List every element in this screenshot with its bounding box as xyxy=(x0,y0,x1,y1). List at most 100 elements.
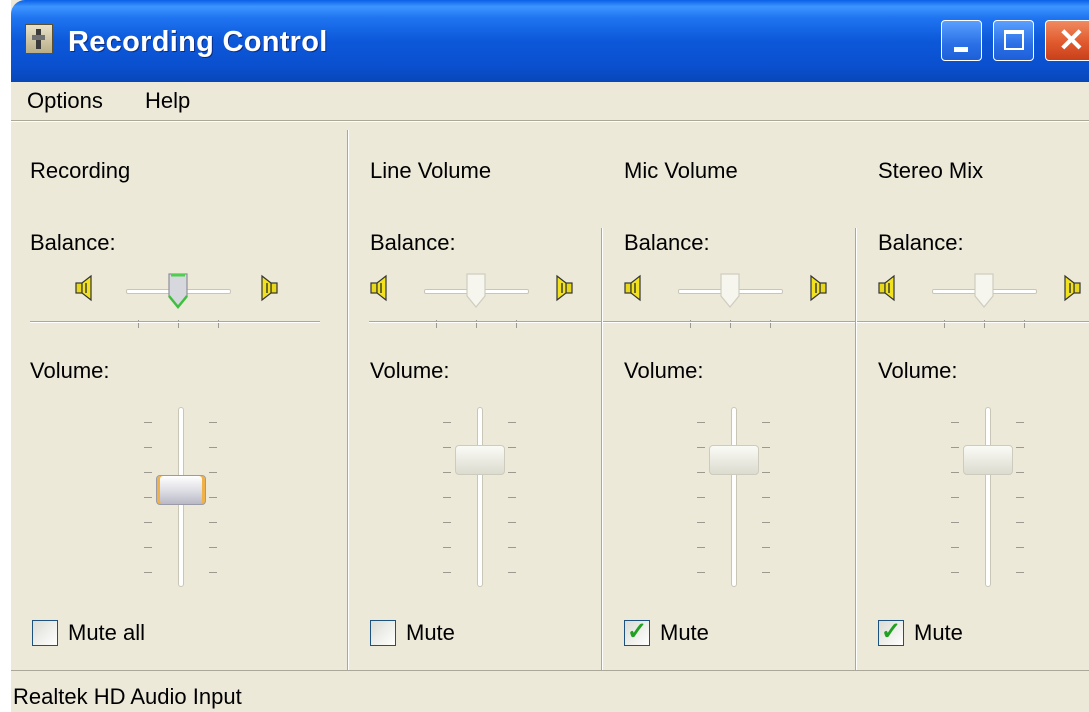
status-separator xyxy=(11,670,1089,671)
volume-tick xyxy=(951,447,959,448)
volume-tick xyxy=(951,472,959,473)
close-button[interactable]: ✕ xyxy=(1045,20,1089,61)
volume-tick xyxy=(508,472,516,473)
volume-tick xyxy=(443,447,451,448)
volume-tick xyxy=(697,447,705,448)
channel-title: Recording xyxy=(30,158,131,183)
channel-title: Stereo Mix xyxy=(878,158,984,183)
volume-track[interactable] xyxy=(985,407,991,587)
checkmark-icon: ✓ xyxy=(881,618,902,645)
speaker-left-icon xyxy=(878,274,898,302)
volume-tick xyxy=(508,547,516,548)
volume-tick xyxy=(508,522,516,523)
volume-tick xyxy=(209,447,217,448)
volume-tick xyxy=(697,472,705,473)
balance-label: Balance: xyxy=(370,230,456,255)
minimize-button[interactable] xyxy=(941,20,982,61)
balance-label: Balance: xyxy=(878,230,964,255)
menu-options[interactable]: Options xyxy=(27,88,103,114)
device-name: Realtek HD Audio Input xyxy=(13,684,242,709)
mute-checkbox[interactable]: ✓ xyxy=(624,618,650,646)
mute-label[interactable]: Mute xyxy=(914,620,963,646)
title-bar[interactable]: Recording Control ✕ xyxy=(11,0,1089,82)
volume-tick xyxy=(697,547,705,548)
volume-tick xyxy=(443,472,451,473)
volume-tick xyxy=(144,497,152,498)
window-title: Recording Control xyxy=(68,26,328,58)
volume-tick xyxy=(508,572,516,573)
volume-tick xyxy=(1016,472,1024,473)
balance-slider-thumb[interactable] xyxy=(465,272,487,310)
close-icon: ✕ xyxy=(1058,22,1085,58)
volume-tick xyxy=(951,422,959,423)
volume-tick xyxy=(951,497,959,498)
channel-recording: Recording Balance: Volume: Mute all xyxy=(11,122,278,670)
volume-tick xyxy=(697,497,705,498)
volume-tick xyxy=(209,522,217,523)
volume-tick xyxy=(209,497,217,498)
volume-label: Volume: xyxy=(624,358,704,383)
volume-tick xyxy=(1016,547,1024,548)
volume-tick xyxy=(762,422,770,423)
speaker-left-icon xyxy=(370,274,390,302)
volume-tick xyxy=(209,472,217,473)
volume-label: Volume: xyxy=(878,358,958,383)
volume-label: Volume: xyxy=(370,358,450,383)
menu-bar: Options Help xyxy=(11,82,1089,120)
group-divider xyxy=(347,130,349,670)
speaker-left-icon xyxy=(624,274,644,302)
volume-tick xyxy=(209,547,217,548)
mute-label[interactable]: Mute xyxy=(660,620,709,646)
volume-tick xyxy=(762,497,770,498)
balance-slider-thumb[interactable] xyxy=(973,272,995,310)
volume-tick xyxy=(144,422,152,423)
channel-stereo-mix: Stereo Mix Balance: Volume: ✓ Mute xyxy=(861,122,1089,670)
mute-checkbox[interactable] xyxy=(370,620,396,646)
balance-label: Balance: xyxy=(624,230,710,255)
mute-label[interactable]: Mute all xyxy=(68,620,145,646)
channel-line-volume: Line Volume Balance: Volume: Mute xyxy=(353,122,607,670)
volume-tick xyxy=(443,422,451,423)
maximize-button[interactable] xyxy=(993,20,1034,61)
volume-tick xyxy=(1016,447,1024,448)
checkmark-icon: ✓ xyxy=(627,618,648,645)
speaker-right-icon xyxy=(807,274,827,302)
volume-tick xyxy=(508,447,516,448)
volume-tick xyxy=(443,547,451,548)
volume-track[interactable] xyxy=(477,407,483,587)
volume-slider-thumb[interactable] xyxy=(963,445,1013,475)
mute-checkbox[interactable]: ✓ xyxy=(878,618,904,646)
mute-label[interactable]: Mute xyxy=(406,620,455,646)
volume-tick xyxy=(144,522,152,523)
volume-tick xyxy=(443,497,451,498)
channel-title: Mic Volume xyxy=(624,158,738,183)
menu-help[interactable]: Help xyxy=(145,88,190,114)
volume-tick xyxy=(144,472,152,473)
playback-header-separator xyxy=(369,321,1089,323)
volume-tick xyxy=(697,572,705,573)
balance-slider-thumb[interactable] xyxy=(719,272,741,310)
volume-tick xyxy=(762,547,770,548)
volume-tick xyxy=(1016,497,1024,498)
volume-tick xyxy=(508,422,516,423)
volume-tick xyxy=(762,572,770,573)
volume-tick xyxy=(508,497,516,498)
volume-tick xyxy=(951,547,959,548)
column-divider xyxy=(601,228,603,670)
volume-tick xyxy=(209,572,217,573)
volume-tick xyxy=(144,447,152,448)
speaker-right-icon xyxy=(1061,274,1081,302)
volume-label: Volume: xyxy=(30,358,110,383)
volume-slider-thumb[interactable] xyxy=(709,445,759,475)
balance-label: Balance: xyxy=(30,230,116,255)
volume-tick xyxy=(1016,422,1024,423)
volume-track[interactable] xyxy=(731,407,737,587)
speaker-right-icon xyxy=(258,274,278,302)
volume-tick xyxy=(1016,572,1024,573)
volume-slider-thumb[interactable] xyxy=(156,475,206,505)
volume-slider-thumb[interactable] xyxy=(455,445,505,475)
volume-control-app-icon xyxy=(25,24,53,54)
balance-slider-thumb[interactable] xyxy=(167,272,189,310)
mute-checkbox[interactable] xyxy=(32,620,58,646)
speaker-right-icon xyxy=(553,274,573,302)
